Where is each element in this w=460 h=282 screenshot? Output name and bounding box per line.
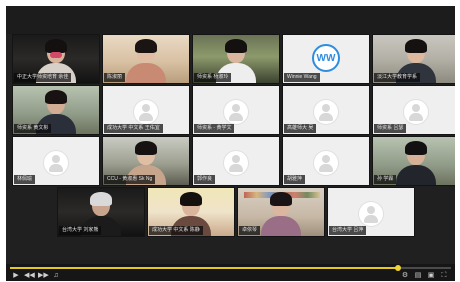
user-placeholder-icon	[359, 202, 383, 226]
title-bar	[6, 6, 455, 34]
participant-tile[interactable]: 师资系 黄文彬	[12, 85, 100, 135]
user-placeholder-icon	[224, 100, 248, 124]
participant-name: 师资系 - 黄学文	[194, 124, 235, 133]
participant-name: 台湾大学 刘家熊	[59, 226, 102, 235]
participant-name: 孙 学霖	[374, 175, 397, 184]
captions-icon[interactable]: ▤	[414, 272, 422, 280]
forward-icon[interactable]: ▶▶	[38, 272, 49, 280]
volume-icon[interactable]: ♫	[52, 272, 60, 280]
participant-name: 中正大学师资培育 余佳	[14, 73, 72, 82]
participant-name: 林佩瑜	[14, 175, 36, 184]
participant-tile[interactable]: 中正大学师资培育 余佳	[12, 34, 100, 84]
participant-name: 成功大学 中文系 陈静	[149, 226, 203, 235]
user-placeholder-icon	[314, 100, 338, 124]
participant-tile[interactable]: 师资系 吕瑟	[372, 85, 455, 135]
user-placeholder-icon	[314, 151, 338, 175]
participant-name: 师资系 黄文彬	[14, 124, 52, 133]
rewind-icon[interactable]: ◀◀	[24, 272, 35, 280]
progress-handle[interactable]	[395, 265, 402, 271]
user-placeholder-icon	[44, 151, 68, 175]
participant-tile[interactable]: 成功大学 中文系 王佑宜	[102, 85, 190, 135]
user-placeholder-icon	[404, 100, 428, 124]
participant-name: 陈淑丽	[104, 73, 126, 82]
play-icon[interactable]: ▶	[12, 272, 20, 280]
participant-tile[interactable]: CCU - 黄淑惠 Sk Ng	[102, 136, 190, 186]
participant-tile[interactable]: 台湾大学 刘家熊	[57, 187, 145, 237]
progress-fill	[10, 267, 399, 269]
participant-video	[394, 141, 438, 185]
top-caption	[10, 21, 75, 31]
participant-tile[interactable]: 淡江大学教育学系	[372, 34, 455, 84]
user-placeholder-icon	[134, 100, 158, 124]
player-controls: ▶ ◀◀ ▶▶ ♫ ⚙ ▤ ▣ ⛶	[6, 264, 455, 281]
participant-tile[interactable]: 陈淑丽	[102, 34, 190, 84]
participant-video	[124, 39, 168, 83]
progress-bar[interactable]	[10, 265, 451, 271]
participant-tile[interactable]: 成功大学 中文系 陈静	[147, 187, 235, 237]
participant-tile[interactable]: 卓依琴	[237, 187, 325, 237]
participant-name: 卓依琴	[239, 226, 261, 235]
participant-name: 郭作良	[194, 175, 216, 184]
participant-video	[259, 192, 303, 236]
participant-name: 胡雅萍	[284, 175, 306, 184]
participant-tile[interactable]: 师资系 - 黄学文	[192, 85, 280, 135]
participant-name: 师资系 杨淑玲	[194, 73, 232, 82]
participant-tile[interactable]: 孙 学霖	[372, 136, 455, 186]
fullscreen-icon[interactable]: ⛶	[440, 272, 448, 280]
participant-name: Winnie Wang	[284, 73, 320, 82]
participant-name: 成功大学 中文系 王佑宜	[104, 124, 163, 133]
participant-name: 台湾大学 吕萍	[329, 226, 367, 235]
user-placeholder-icon	[224, 151, 248, 175]
initials-avatar: WW	[312, 44, 340, 72]
participant-name: 淡江大学教育学系	[374, 73, 421, 82]
participant-name: 师资系 吕瑟	[374, 124, 407, 133]
participant-tile[interactable]: 高雄师大 吴	[282, 85, 370, 135]
participant-name: 高雄师大 吴	[284, 124, 317, 133]
participant-tile[interactable]: 林佩瑜	[12, 136, 100, 186]
settings-icon[interactable]: ⚙	[401, 272, 409, 280]
participant-tile[interactable]: 胡雅萍	[282, 136, 370, 186]
participant-name: CCU - 黄淑惠 Sk Ng	[104, 175, 156, 184]
participant-tile[interactable]: 台湾大学 吕萍	[327, 187, 415, 237]
participant-tile[interactable]: 郭作良	[192, 136, 280, 186]
participant-tile[interactable]: WW Winnie Wang	[282, 34, 370, 84]
pip-icon[interactable]: ▣	[427, 272, 435, 280]
video-call-window: 中正大学师资培育 余佳 陈淑丽 师资系 杨淑玲 WW Winnie Wang 淡…	[6, 6, 455, 281]
participant-tile[interactable]: 师资系 杨淑玲	[192, 34, 280, 84]
